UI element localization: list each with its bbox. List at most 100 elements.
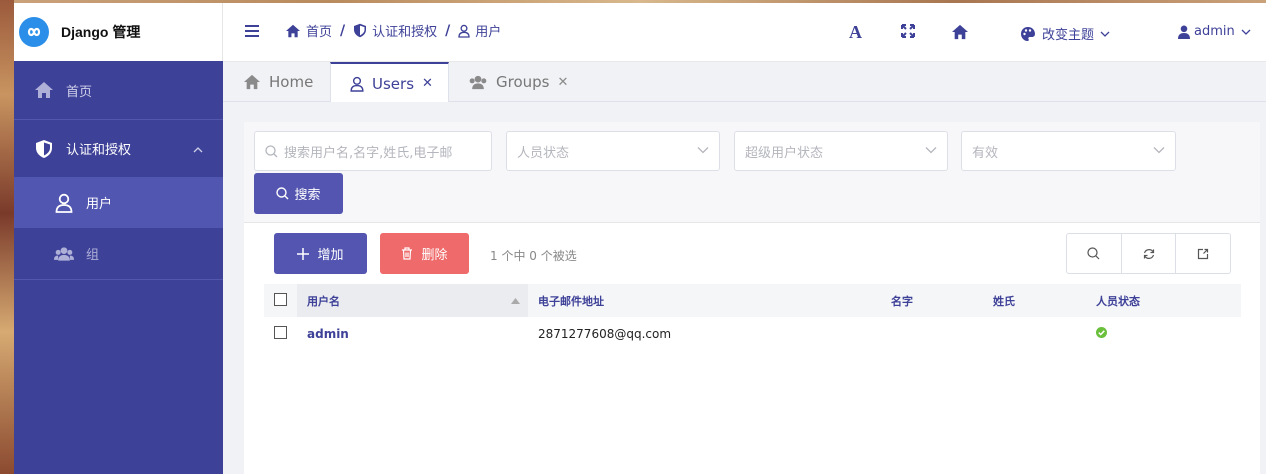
chevron-down-icon (1241, 29, 1251, 35)
row-checkbox[interactable] (274, 325, 287, 339)
email-cell: 2871277608@qq.com (538, 326, 672, 341)
sidebar-item-label: 组 (86, 248, 100, 263)
first-name-cell (881, 317, 983, 350)
tab-users[interactable]: Users ✕ (330, 62, 449, 103)
sidebar-menu: 首页 认证和授权 用户 组 (14, 61, 223, 280)
sidebar-item-auth[interactable]: 认证和授权 (14, 119, 223, 177)
search-icon (265, 144, 278, 157)
column-label: 用户名 (307, 294, 340, 308)
table-tools (1066, 233, 1231, 274)
chevron-down-icon (697, 147, 709, 154)
search-icon (276, 187, 289, 200)
font-size-button[interactable]: A (849, 22, 862, 43)
close-icon[interactable]: ✕ (557, 75, 568, 90)
search-button-label: 搜索 (294, 188, 321, 203)
sidebar: Django 管理 首页 认证和授权 用户 组 (14, 3, 223, 474)
last-name-cell (983, 317, 1086, 350)
logo-icon (19, 17, 49, 47)
theme-label: 改变主题 (1042, 28, 1095, 43)
refresh-icon (1143, 248, 1154, 259)
column-email[interactable]: 电子邮件地址 (528, 284, 881, 317)
changelist-panel: 搜索用户名,名字,姓氏,电子邮 人员状态 超级用户状态 有效 搜索 增加 删除 … (244, 122, 1260, 474)
search-tool-button[interactable] (1067, 234, 1122, 273)
superuser-status-select[interactable]: 超级用户状态 (734, 131, 948, 171)
theme-switcher[interactable]: 改变主题 (1020, 24, 1110, 43)
select-all-cell (264, 284, 297, 317)
filter-area: 搜索用户名,名字,姓氏,电子邮 人员状态 超级用户状态 有效 搜索 (244, 122, 1260, 223)
select-placeholder: 超级用户状态 (745, 145, 824, 161)
background-art (0, 0, 14, 474)
search-button[interactable]: 搜索 (254, 173, 343, 214)
tab-bar: Home Users ✕ Groups ✕ (223, 62, 1266, 103)
check-circle-icon (1096, 326, 1107, 338)
sidebar-item-home[interactable]: 首页 (14, 61, 223, 119)
column-label: 人员状态 (1096, 294, 1140, 308)
selection-count: 1 个中 0 个被选 (490, 249, 577, 263)
table-header-row: 用户名 电子邮件地址 名字 姓氏 人员状态 (264, 284, 1241, 317)
user-icon (54, 193, 74, 213)
column-first-name[interactable]: 名字 (881, 284, 983, 317)
user-menu[interactable]: admin (1178, 24, 1251, 39)
chevron-down-icon (1153, 147, 1165, 154)
close-icon[interactable]: ✕ (422, 76, 433, 91)
add-button-label: 增加 (317, 248, 344, 263)
tab-home[interactable]: Home (243, 62, 313, 102)
results-table: 用户名 电子邮件地址 名字 姓氏 人员状态 admin 2871277608@q… (264, 284, 1241, 350)
staff-status-cell (1086, 317, 1241, 350)
table-row: admin 2871277608@qq.com (264, 317, 1241, 350)
add-button[interactable]: 增加 (274, 233, 367, 274)
fullscreen-icon[interactable] (901, 24, 915, 38)
delete-button-label: 删除 (421, 248, 448, 263)
tab-groups[interactable]: Groups ✕ (468, 62, 568, 102)
user-icon (350, 76, 364, 92)
sidebar-item-label: 首页 (66, 84, 93, 100)
tab-label: Groups (496, 73, 550, 91)
column-label: 姓氏 (993, 294, 1015, 308)
sidebar-item-label: 用户 (86, 197, 113, 212)
select-placeholder: 人员状态 (517, 145, 570, 161)
search-input[interactable]: 搜索用户名,名字,姓氏,电子邮 (254, 131, 492, 171)
home-icon (244, 74, 260, 90)
chevron-up-icon (193, 142, 203, 157)
header-tools: A 改变主题 admin (223, 3, 1266, 62)
plus-icon (297, 247, 310, 260)
trash-icon (402, 247, 413, 260)
user-label: admin (1194, 24, 1235, 39)
username-cell: admin (297, 317, 528, 350)
active-select[interactable]: 有效 (961, 131, 1176, 171)
user-icon (1178, 25, 1190, 39)
select-all-checkbox[interactable] (274, 292, 287, 306)
username-link[interactable]: admin (307, 327, 349, 341)
shield-icon (34, 139, 54, 159)
export-button[interactable] (1176, 234, 1230, 273)
tab-label: Users (372, 74, 415, 93)
column-staff-status[interactable]: 人员状态 (1086, 284, 1241, 317)
home-icon (34, 80, 54, 100)
chevron-down-icon (925, 147, 937, 154)
divider (14, 279, 223, 280)
export-icon (1198, 248, 1209, 259)
home-icon[interactable] (951, 24, 969, 40)
sidebar-submenu: 用户 组 (14, 177, 223, 279)
column-label: 电子邮件地址 (538, 294, 604, 308)
column-last-name[interactable]: 姓氏 (983, 284, 1086, 317)
sidebar-item-users[interactable]: 用户 (14, 177, 223, 228)
row-select-cell (264, 317, 297, 350)
actions-toolbar: 增加 删除 1 个中 0 个被选 (244, 223, 1260, 283)
chevron-down-icon (1100, 31, 1110, 37)
users-icon (54, 244, 74, 264)
search-icon (1087, 247, 1100, 260)
palette-icon (1021, 26, 1035, 41)
sidebar-item-label: 认证和授权 (66, 143, 132, 158)
column-label: 名字 (891, 294, 913, 308)
brand-bar[interactable]: Django 管理 (14, 3, 223, 61)
column-username[interactable]: 用户名 (297, 284, 528, 317)
delete-button[interactable]: 删除 (380, 233, 469, 274)
refresh-button[interactable] (1122, 234, 1177, 273)
sort-up-icon (511, 298, 520, 304)
users-icon (469, 75, 487, 89)
select-placeholder: 有效 (972, 145, 999, 161)
staff-status-select[interactable]: 人员状态 (506, 131, 720, 171)
search-placeholder: 搜索用户名,名字,姓氏,电子邮 (284, 145, 453, 161)
sidebar-item-groups[interactable]: 组 (14, 228, 223, 279)
